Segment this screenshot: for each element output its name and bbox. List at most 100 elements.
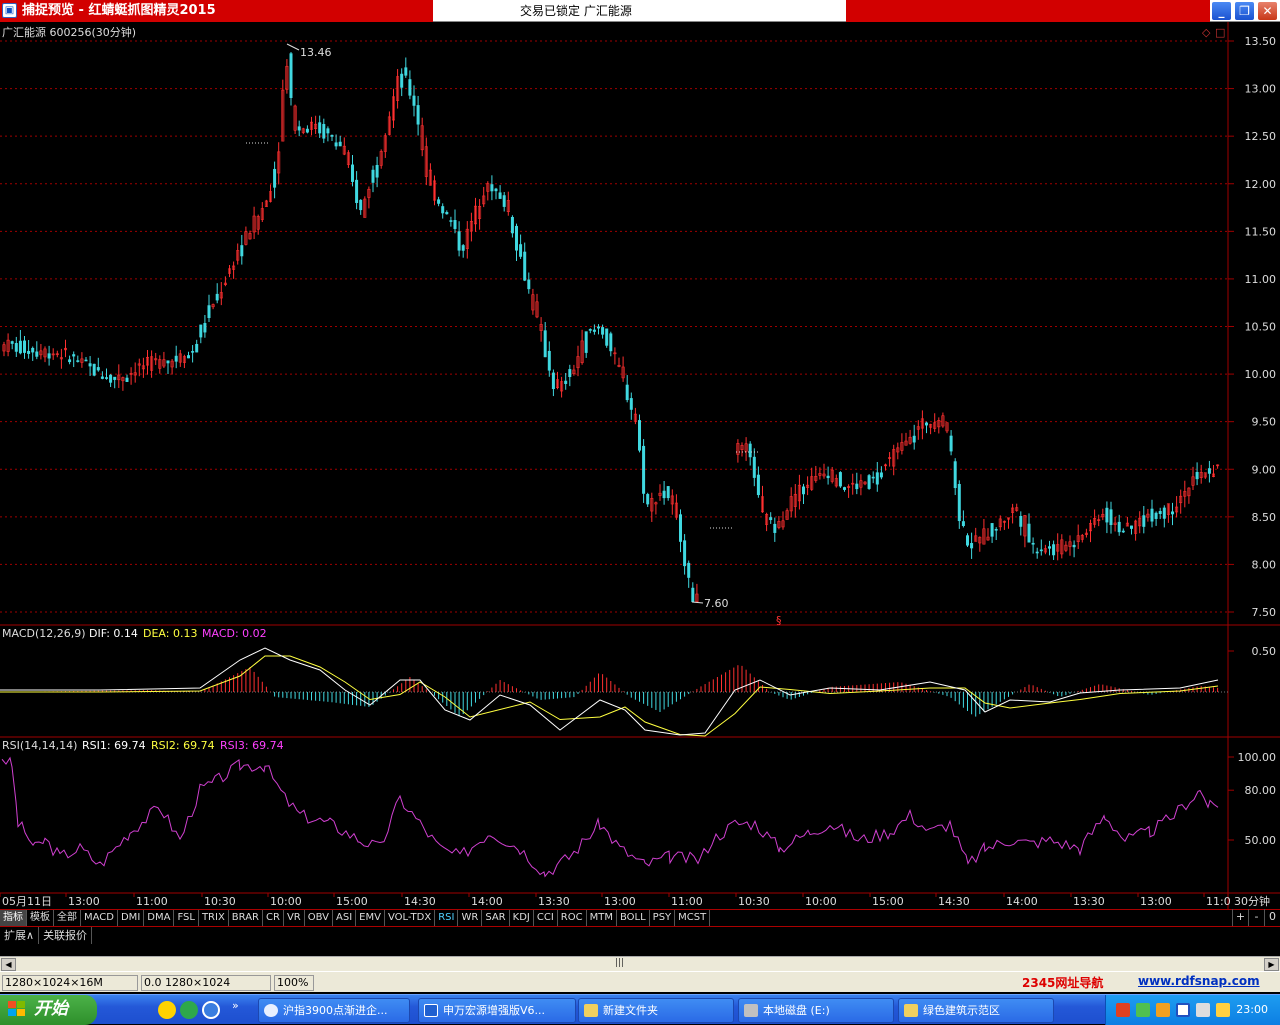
candle-body [756,474,760,496]
rsi-line [1,756,1219,878]
zoom-in-button[interactable]: + [1232,909,1248,926]
rsi-tick-label: 100.00 [1238,751,1277,764]
tab-sar[interactable]: SAR [482,910,510,926]
task-button-1[interactable]: 沪指3900点渐进企... [258,998,410,1023]
candle-body [568,369,572,377]
candle-body [625,384,629,401]
candle-body [879,472,883,478]
candle-body [965,535,969,546]
quicklaunch-more-icon[interactable]: » [232,999,239,1012]
candle-body [1162,507,1166,519]
horizontal-scrollbar[interactable]: ◀ ||| ▶ [0,956,1280,971]
clock: 23:00 [1236,1003,1268,1016]
task-button-5[interactable]: 绿色建筑示范区 [898,998,1054,1023]
candle-body [72,354,76,357]
candle-body [588,329,592,331]
candle-body [18,340,22,354]
task-label: 新建文件夹 [603,1004,658,1017]
close-button[interactable]: ✕ [1257,1,1278,21]
tab-fsl[interactable]: FSL [174,910,199,926]
tab-dmi[interactable]: DMI [118,910,145,926]
related-quote-tab[interactable]: 关联报价 [39,927,93,944]
candle-body [1150,508,1154,522]
candle-body [494,188,498,192]
folder-icon [584,1004,598,1017]
tab-macd[interactable]: MACD [81,910,118,926]
tray-icon-3[interactable] [1156,1003,1170,1017]
window-controls: _ ❐ ✕ [1211,1,1278,21]
candle-body [84,359,88,362]
tab-trix[interactable]: TRIX [199,910,229,926]
candle-body [334,142,338,147]
stock-chart[interactable]: MACD(12,26,9) DIF: 0.14 DEA: 0.13 MACD: 0.0… [0,22,1280,909]
tab-mcst[interactable]: MCST [675,910,711,926]
expand-tab[interactable]: 扩展∧ [0,927,40,944]
square-icon: □ [1215,26,1225,39]
scroll-right-icon[interactable]: ▶ [1264,958,1279,971]
tab-mtm[interactable]: MTM [587,910,617,926]
tab-cci[interactable]: CCI [534,910,558,926]
rsi3-value: RSI3: 69.74 [220,739,284,752]
minimize-button[interactable]: _ [1211,1,1232,21]
candle-body [76,360,80,362]
tab-vol-tdx[interactable]: VOL-TDX [385,910,436,926]
ie-icon[interactable] [202,1001,220,1019]
candle-body [498,192,502,199]
tab-roc[interactable]: ROC [558,910,587,926]
tab-模板[interactable]: 模板 [27,910,54,926]
candle-body [609,333,613,352]
tab-brar[interactable]: BRAR [229,910,263,926]
candle-body [994,528,998,531]
tab-全部[interactable]: 全部 [54,910,81,926]
tab-psy[interactable]: PSY [650,910,676,926]
tab-cr[interactable]: CR [263,910,284,926]
scroll-left-icon[interactable]: ◀ [1,958,16,971]
candle-body [949,435,953,452]
price-tick-label: 7.50 [1252,606,1277,619]
candle-body [1121,530,1125,533]
quicklaunch-icon-1[interactable] [158,1001,176,1019]
scroll-grip-icon[interactable]: ||| [615,958,624,968]
ad-link-rdfsnap[interactable]: www.rdfsnap.com [1138,974,1260,988]
task-button-4[interactable]: 本地磁盘 (E:) [738,998,894,1023]
app-icon [424,1004,438,1017]
tab-boll[interactable]: BOLL [617,910,650,926]
task-button-2[interactable]: 申万宏源增强版V6... [418,998,576,1023]
quicklaunch-icon-2[interactable] [180,1001,198,1019]
candle-body [1072,544,1076,548]
tray-icon-6[interactable] [1216,1003,1230,1017]
price-tick-label: 11.50 [1245,225,1277,238]
tab-rsi[interactable]: RSI [435,910,459,926]
zoom-out-button[interactable]: - [1248,909,1264,926]
candle-body [924,422,928,426]
zoom-controls: + - 0 [1232,909,1280,926]
candle-body [1171,511,1175,515]
candle-body [338,141,342,147]
tray-icon-2[interactable] [1136,1003,1150,1017]
tab-emv[interactable]: EMV [356,910,385,926]
tab-asi[interactable]: ASI [333,910,357,926]
restore-button[interactable]: ❐ [1234,1,1255,21]
ad-link-2345[interactable]: 2345网址导航 [1022,974,1103,991]
macd-dea: DEA: 0.13 [143,627,197,640]
candle-body [408,79,412,96]
tray-icon-1[interactable] [1116,1003,1130,1017]
candle-body [195,343,199,353]
zoom-reset-button[interactable]: 0 [1264,909,1280,926]
tab-wr[interactable]: WR [458,910,483,926]
tab-指标[interactable]: 指标 [0,910,27,926]
candle-body [203,323,207,333]
tab-dma[interactable]: DMA [144,910,175,926]
candle-body [605,328,609,346]
candle-body [502,195,506,207]
tab-obv[interactable]: OBV [305,910,333,926]
start-button[interactable]: 开始 [0,995,97,1025]
candle-body [953,461,957,489]
task-button-3[interactable]: 新建文件夹 [578,998,734,1023]
volume-icon[interactable] [1196,1003,1210,1017]
tab-vr[interactable]: VR [284,910,305,926]
tab-kdj[interactable]: KDJ [510,910,534,926]
candle-body [92,363,96,376]
shield-icon[interactable] [1176,1003,1190,1017]
candle-body [527,279,531,290]
